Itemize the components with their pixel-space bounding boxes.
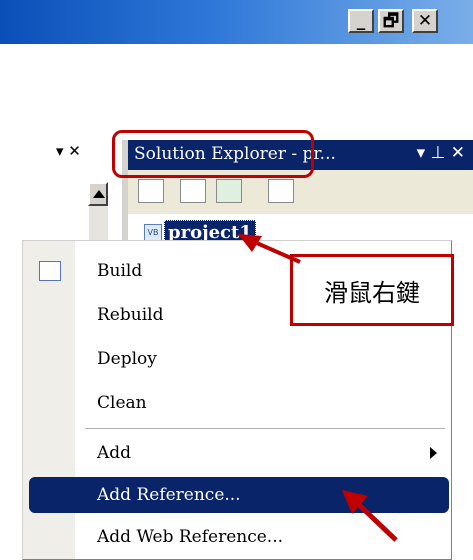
menu-item-label: Deploy [97, 349, 157, 369]
menu-item-add-reference[interactable]: Add Reference... [29, 477, 449, 513]
menu-item-deploy[interactable]: Deploy [29, 341, 449, 377]
minimize-button[interactable]: _ [348, 9, 374, 33]
refresh-icon[interactable] [216, 179, 242, 203]
properties-icon[interactable] [138, 179, 164, 203]
menu-item-add[interactable]: Add [29, 435, 449, 471]
menu-item-label: Clean [97, 393, 147, 413]
restore-button[interactable]: 🗗 [378, 9, 404, 33]
menu-item-label: Add Reference... [97, 485, 241, 505]
solution-explorer-controls[interactable]: ▾ ⊥ ✕ [417, 143, 465, 163]
show-all-files-icon[interactable] [180, 179, 206, 203]
menu-separator [85, 428, 445, 429]
menu-item-clean[interactable]: Clean [29, 385, 449, 421]
menu-item-label: Add [97, 443, 132, 463]
menu-item-label: Rebuild [97, 305, 164, 325]
highlight-box [112, 130, 314, 178]
submenu-arrow-icon [430, 447, 437, 459]
menu-item-label: Build [97, 261, 143, 281]
menu-item-label: Add Web Reference... [97, 527, 284, 547]
close-button[interactable]: ✕ [412, 9, 438, 33]
build-icon [39, 261, 61, 281]
class-diagram-icon[interactable] [268, 179, 294, 203]
scroll-up-button[interactable] [88, 182, 108, 206]
annotation-callout: 滑鼠右鍵 [290, 254, 454, 326]
menu-item-add-web-reference[interactable]: Add Web Reference... [29, 519, 449, 555]
